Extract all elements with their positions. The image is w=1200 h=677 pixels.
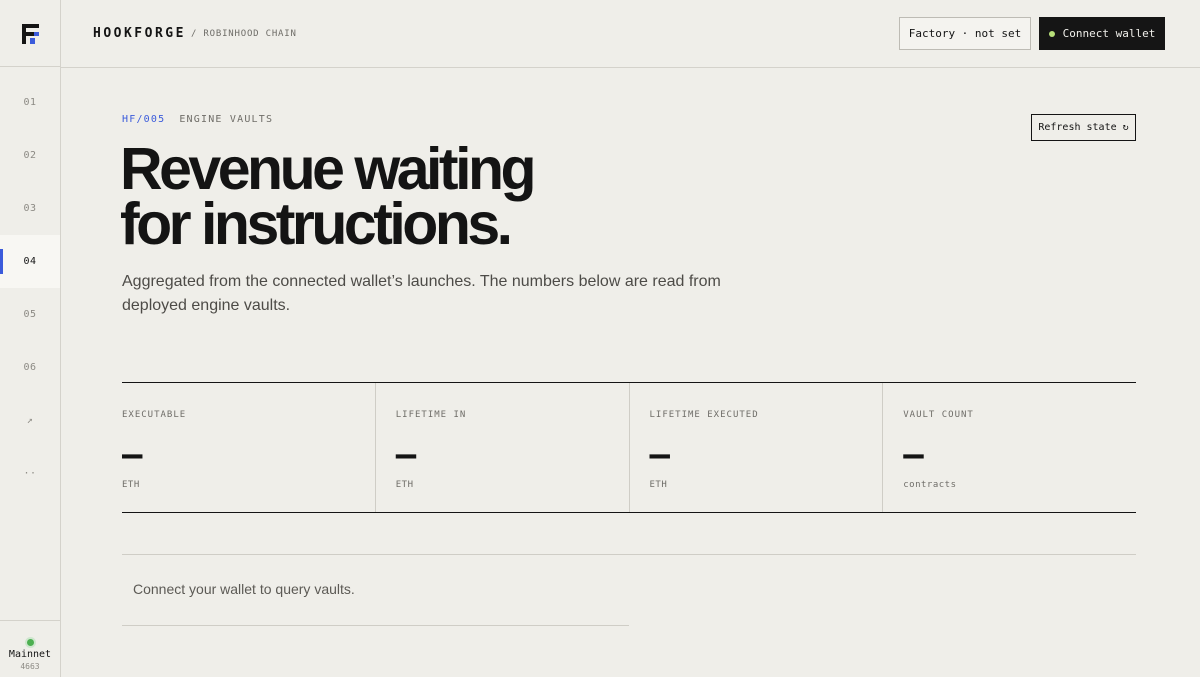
wallet-status-icon xyxy=(1048,30,1055,37)
stat-executable: EXECUTABLE — ETH xyxy=(122,383,376,512)
page-description: Aggregated from the connected wallet’s l… xyxy=(122,273,721,314)
stat-unit: ETH xyxy=(122,480,140,490)
section-name: ENGINE VAULTS xyxy=(179,114,274,125)
network-chain-id: 4663 xyxy=(20,662,40,671)
external-link-icon[interactable]: ↗ xyxy=(0,394,60,447)
stat-value: — xyxy=(122,435,143,475)
stat-lifetime-in: LIFETIME IN — ETH xyxy=(376,383,630,512)
section-code: HF/005 xyxy=(122,114,166,125)
stat-unit: contracts xyxy=(903,480,957,490)
top-bar: HOOKFORGE / ROBINHOOD CHAIN Factory · no… xyxy=(61,0,1200,68)
section-eyebrow: HF/005 ENGINE VAULTS xyxy=(122,114,273,125)
nav-item-06[interactable]: 06 xyxy=(0,341,60,394)
rail-nav: 01 02 03 04 05 06 ↗ ·· xyxy=(0,76,60,500)
stat-value: — xyxy=(395,435,417,475)
brand-chain: / ROBINHOOD CHAIN xyxy=(191,29,297,39)
connect-wallet-button[interactable]: Connect wallet xyxy=(1039,17,1165,50)
stat-value: — xyxy=(903,435,924,475)
stat-unit: ETH xyxy=(395,480,414,490)
stat-unit: ETH xyxy=(649,480,668,490)
logo-cell xyxy=(0,0,60,67)
stat-vault-count: VAULT COUNT — contracts xyxy=(883,383,1136,512)
section-divider xyxy=(122,554,1136,555)
page-title: Revenue waiting for instructions. xyxy=(120,140,720,254)
notice-divider xyxy=(122,625,629,626)
brand-name[interactable]: HOOKFORGE xyxy=(93,26,186,41)
factory-button[interactable]: Factory · not set xyxy=(899,17,1031,50)
stat-lifetime-executed: LIFETIME EXECUTED — ETH xyxy=(630,383,884,512)
stat-label: EXECUTABLE xyxy=(122,410,187,420)
nav-item-01[interactable]: 01 xyxy=(0,76,60,129)
page-title-line-2: for instructions. xyxy=(120,191,513,257)
stat-label: VAULT COUNT xyxy=(903,410,974,420)
network-indicator: Mainnet 4663 xyxy=(0,620,60,677)
nav-item-03[interactable]: 03 xyxy=(0,182,60,235)
more-icon[interactable]: ·· xyxy=(0,447,60,500)
network-name: Mainnet xyxy=(8,649,52,660)
hookforge-logo-icon[interactable] xyxy=(22,24,39,44)
connect-wallet-label: Connect wallet xyxy=(1062,27,1156,40)
stat-value: — xyxy=(649,435,670,475)
left-rail: 01 02 03 04 05 06 ↗ ·· Mainnet 4663 xyxy=(0,0,61,677)
nav-item-05[interactable]: 05 xyxy=(0,288,60,341)
connect-wallet-notice: Connect your wallet to query vaults. xyxy=(133,581,355,597)
network-status-icon xyxy=(26,639,34,646)
refresh-state-button[interactable]: Refresh state ↻ xyxy=(1031,114,1136,141)
stat-label: LIFETIME EXECUTED xyxy=(649,410,759,420)
nav-item-02[interactable]: 02 xyxy=(0,129,60,182)
nav-item-04[interactable]: 04 xyxy=(0,235,60,288)
vault-stats: EXECUTABLE — ETH LIFETIME IN — ETH LIFET… xyxy=(122,382,1136,513)
stat-label: LIFETIME IN xyxy=(395,410,467,420)
